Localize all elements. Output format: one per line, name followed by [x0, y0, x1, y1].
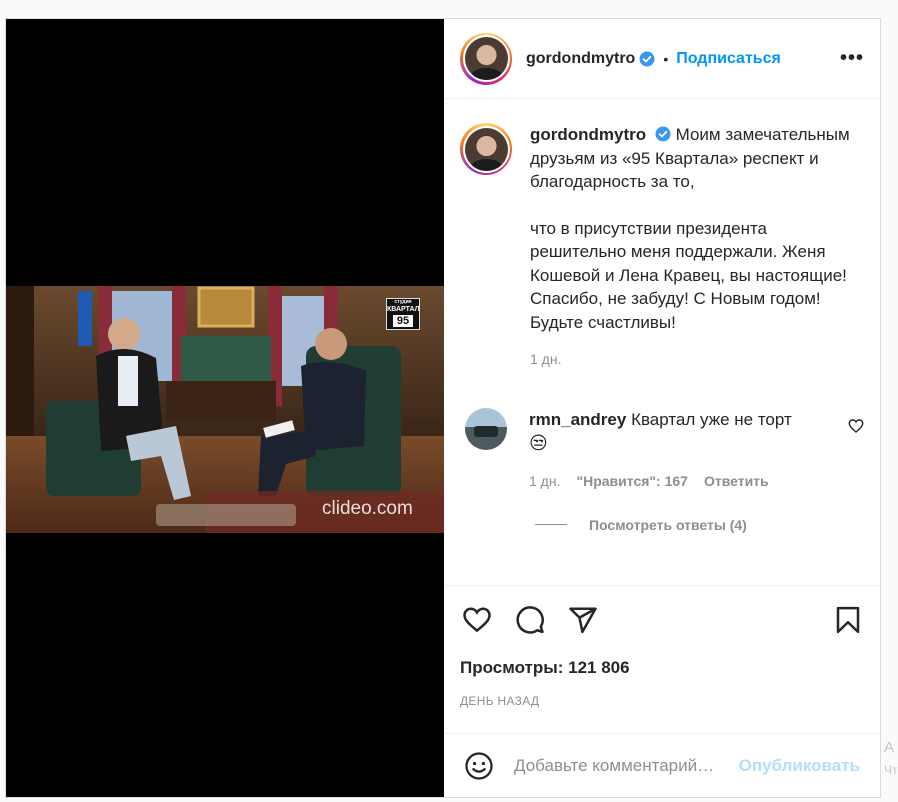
comment-button[interactable] [513, 604, 546, 637]
follow-button[interactable]: Подписаться [676, 50, 781, 68]
view-replies-label: Посмотреть ответы (4) [589, 516, 747, 533]
like-button[interactable] [460, 604, 493, 637]
video-logo-num: 95 [393, 315, 413, 327]
comment-body: rmn_andrey Квартал уже не торт 😒 1 дн. "… [529, 408, 819, 493]
comment-emoji: 😒 [529, 432, 548, 453]
edge-text-line2: Чт [884, 763, 898, 777]
author-username[interactable]: gordondmytro [526, 50, 635, 68]
comments-section[interactable]: gordondmytro Моим замечательным друзьям … [444, 99, 880, 585]
save-button[interactable] [831, 604, 864, 637]
post-panel: gordondmytro • Подписаться ••• gordondmy… [444, 19, 880, 797]
post-card: студия КВАРТАЛ 95 clideo.com gordondmytr… [5, 18, 881, 798]
comment-text: Квартал уже не торт [631, 409, 792, 429]
posted-time[interactable]: ДЕНЬ НАЗАД [460, 694, 864, 708]
edge-text-line1: А [884, 739, 895, 756]
heart-icon [462, 607, 491, 633]
caption-text-continued: что в присутствии президента решительно … [530, 218, 847, 332]
paper-plane-icon [568, 607, 597, 634]
commenter-avatar[interactable] [465, 407, 507, 450]
share-button[interactable] [566, 604, 599, 637]
caption-avatar[interactable] [460, 123, 512, 175]
avatar-photo [464, 127, 508, 171]
verified-badge-icon [639, 51, 655, 66]
video-logo-main: КВАРТАЛ [387, 306, 420, 313]
comment-like-heart-icon[interactable] [848, 418, 864, 434]
comment-meta: 1 дн. "Нравится": 167 Ответить [529, 469, 819, 493]
comment-time[interactable]: 1 дн. [529, 469, 560, 493]
speech-bubble-icon [515, 606, 544, 634]
video-watermark: clideo.com [322, 498, 413, 519]
caption-time[interactable]: 1 дн. [530, 348, 860, 372]
comment-item: rmn_andrey Квартал уже не торт 😒 1 дн. "… [460, 407, 864, 493]
publish-button[interactable]: Опубликовать [739, 756, 860, 776]
video-scene [6, 286, 444, 533]
post-header: gordondmytro • Подписаться ••• [444, 19, 880, 99]
caption-username[interactable]: gordondmytro [530, 125, 646, 144]
avatar-photo [464, 37, 508, 80]
video-logo: студия КВАРТАЛ 95 [386, 298, 420, 330]
bookmark-icon [836, 606, 859, 634]
more-options-button[interactable]: ••• [840, 47, 864, 70]
emoji-icon[interactable] [464, 751, 494, 781]
comment-reply-button[interactable]: Ответить [704, 469, 769, 493]
action-icons-row [460, 586, 864, 654]
replies-divider-line [535, 524, 567, 525]
cropped-edge-text: А Чт [884, 737, 898, 781]
caption-text-block: gordondmytro Моим замечательным друзьям … [530, 123, 860, 372]
comment-input[interactable] [514, 755, 726, 776]
avatar-border [462, 35, 510, 82]
commenter-username[interactable]: rmn_andrey [529, 410, 626, 429]
avatar-border [462, 125, 510, 173]
views-count[interactable]: Просмотры: 121 806 [460, 658, 864, 678]
author-avatar[interactable] [460, 32, 512, 85]
add-comment-bar: Опубликовать [444, 733, 880, 797]
separator-dot: • [663, 50, 669, 67]
video-player[interactable]: студия КВАРТАЛ 95 clideo.com [6, 19, 444, 797]
video-frame[interactable]: студия КВАРТАЛ 95 clideo.com [6, 286, 444, 533]
post-actions: Просмотры: 121 806 ДЕНЬ НАЗАД [444, 585, 880, 733]
post-caption: gordondmytro Моим замечательным друзьям … [460, 123, 864, 372]
view-replies-button[interactable]: Посмотреть ответы (4) [535, 517, 864, 533]
comment-likes[interactable]: "Нравится": 167 [576, 469, 687, 493]
verified-badge-icon [655, 126, 671, 142]
